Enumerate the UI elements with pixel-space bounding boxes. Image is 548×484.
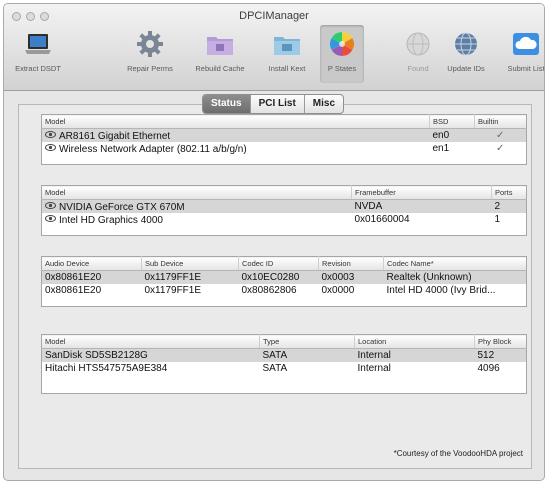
table-row[interactable]: Intel HD Graphics 4000 0x01660004 1 xyxy=(41,213,527,226)
status-panel: Model BSD Builtin AR8161 Gigabit Etherne… xyxy=(18,104,532,469)
storage-table: Model Type Location Phy Block SanDisk SD… xyxy=(41,334,527,394)
folder-icon xyxy=(271,28,303,60)
column-header-bsd[interactable]: BSD xyxy=(429,114,475,129)
table-row[interactable]: Wireless Network Adapter (802.11 a/b/g/n… xyxy=(41,142,527,155)
table-row[interactable]: Hitachi HTS547575A9E384 SATA Internal 40… xyxy=(41,362,527,375)
cloud-icon xyxy=(510,28,542,60)
network-table: Model BSD Builtin AR8161 Gigabit Etherne… xyxy=(41,114,527,165)
column-header-codec-id[interactable]: Codec ID xyxy=(238,256,319,271)
builtin-checkmark: ✓ xyxy=(474,142,527,155)
audio-table: Audio Device Sub Device Codec ID Revisio… xyxy=(41,256,527,307)
column-header-location[interactable]: Location xyxy=(354,334,475,349)
table-row[interactable]: 0x80861E20 0x1179FF1E 0x10EC0280 0x0003 … xyxy=(41,270,527,284)
eye-icon xyxy=(45,129,56,140)
extract-dsdt-button[interactable]: Extract DSDT xyxy=(4,28,78,84)
view-tabs: Status PCI List Misc xyxy=(202,94,345,114)
column-header-sub-device[interactable]: Sub Device xyxy=(141,256,239,271)
eye-icon xyxy=(45,213,56,224)
builtin-checkmark: ✓ xyxy=(474,128,527,142)
column-header-codec-name[interactable]: Codec Name* xyxy=(383,256,527,271)
column-header-revision[interactable]: Revision xyxy=(318,256,384,271)
eye-icon xyxy=(45,200,56,211)
submit-list-button[interactable]: Submit List xyxy=(486,28,544,84)
window-title: DPCIManager xyxy=(239,10,309,22)
table-row[interactable]: 0x80861E20 0x1179FF1E 0x80862806 0x0000 … xyxy=(41,284,527,297)
laptop-icon xyxy=(22,28,54,60)
column-header-audio-device[interactable]: Audio Device xyxy=(41,256,142,271)
globe-icon xyxy=(450,28,482,60)
repair-perms-button[interactable]: Repair Perms xyxy=(110,28,190,84)
tab-pci-list[interactable]: PCI List xyxy=(249,95,304,113)
column-header-ports[interactable]: Ports xyxy=(491,185,527,200)
tab-status[interactable]: Status xyxy=(203,95,250,113)
column-header-model[interactable]: Model xyxy=(41,114,430,129)
column-header-model[interactable]: Model xyxy=(41,185,352,200)
courtesy-note: *Courtesy of the VoodooHDA project xyxy=(393,449,523,458)
column-header-model[interactable]: Model xyxy=(41,334,260,349)
app-window: DPCIManager Extract DSDT Repair Perms Re… xyxy=(3,3,545,481)
tab-misc[interactable]: Misc xyxy=(303,95,343,113)
table-row[interactable]: NVIDIA GeForce GTX 670M NVDA 2 xyxy=(41,199,527,213)
table-row[interactable]: SanDisk SD5SB2128G SATA Internal 512 xyxy=(41,348,527,362)
graphics-table: Model Framebuffer Ports NVIDIA GeForce G… xyxy=(41,185,527,236)
table-row[interactable]: AR8161 Gigabit Ethernet en0 ✓ xyxy=(41,128,527,142)
column-header-framebuffer[interactable]: Framebuffer xyxy=(351,185,492,200)
p-states-button[interactable]: P States xyxy=(302,25,382,84)
column-header-type[interactable]: Type xyxy=(259,334,355,349)
folder-icon xyxy=(204,28,236,60)
column-header-builtin[interactable]: Builtin xyxy=(474,114,527,129)
eye-icon xyxy=(45,142,56,153)
title-bar: DPCIManager Extract DSDT Repair Perms Re… xyxy=(4,4,544,91)
color-wheel-icon xyxy=(326,28,358,60)
gear-icon xyxy=(134,28,166,60)
column-header-phy-block[interactable]: Phy Block xyxy=(474,334,527,349)
